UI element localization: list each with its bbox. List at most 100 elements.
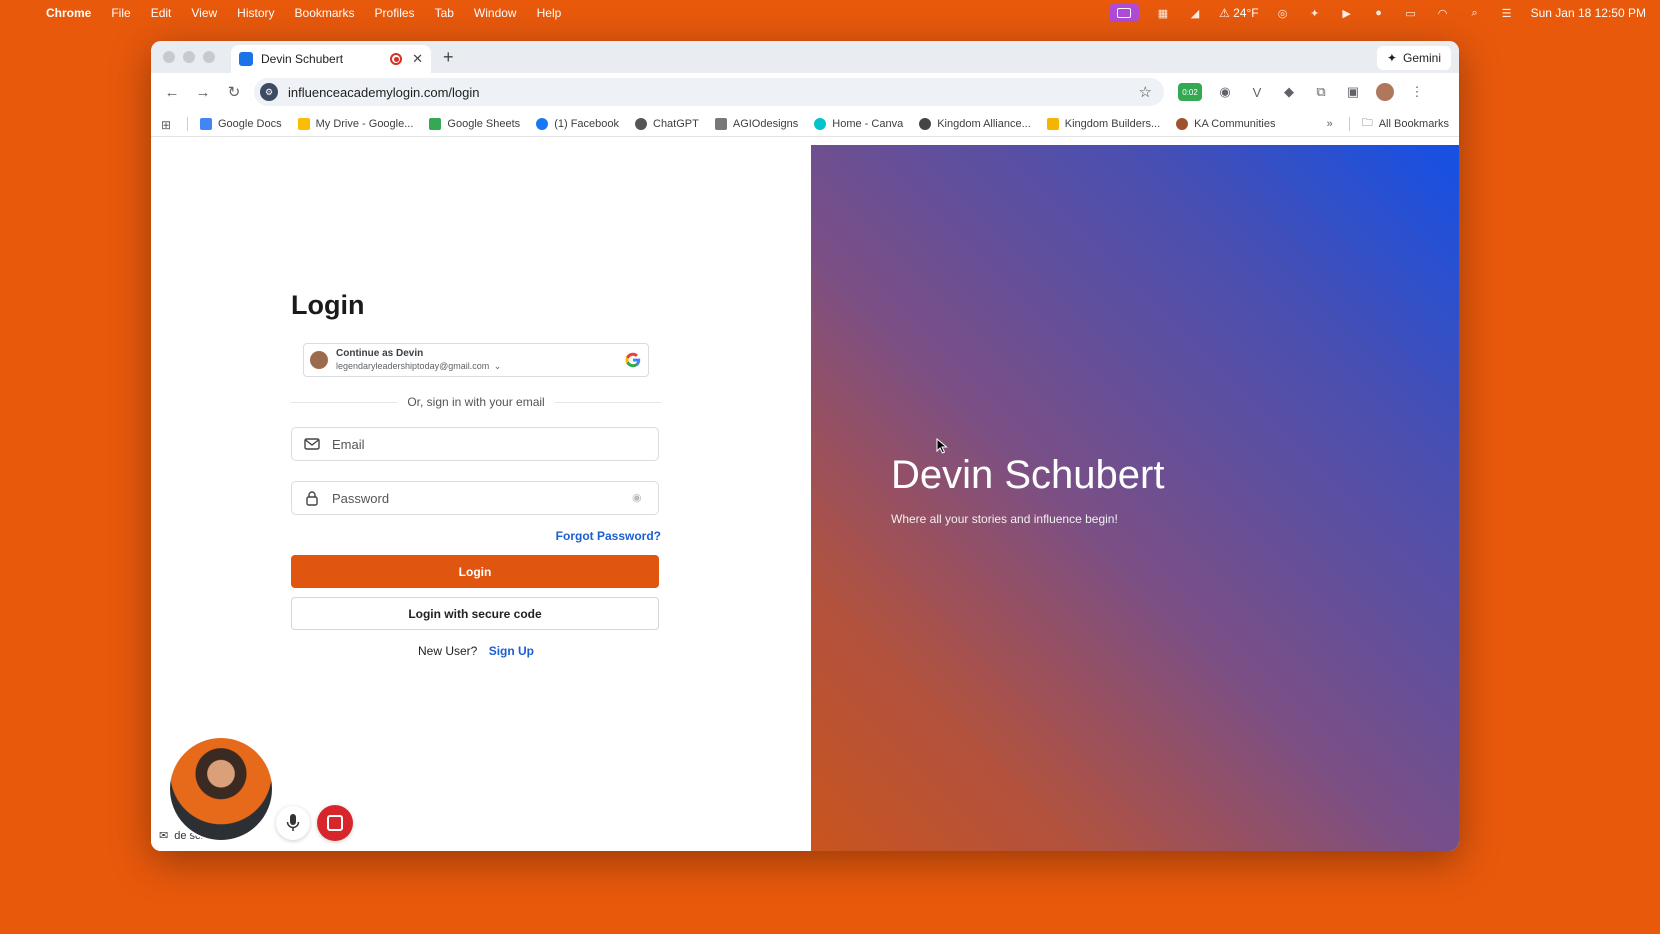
menu-edit[interactable]: Edit xyxy=(151,6,172,20)
sign-up-link[interactable]: Sign Up xyxy=(489,644,534,658)
back-icon[interactable]: ← xyxy=(161,81,183,103)
email-input[interactable] xyxy=(332,436,646,452)
extensions-row: 0:02 ◉ V ◆ ⧉ ▣ ⋮ xyxy=(1178,83,1426,101)
chatgpt-icon xyxy=(635,117,647,130)
globe-icon xyxy=(919,117,932,130)
new-tab-button[interactable]: + xyxy=(443,47,454,68)
login-button[interactable]: Login xyxy=(291,555,659,588)
more-bookmarks-chevron-icon[interactable]: » xyxy=(1327,118,1333,130)
bookmark-google-sheets[interactable]: Google Sheets xyxy=(429,117,520,130)
timer-extension-icon[interactable]: 0:02 xyxy=(1178,83,1202,101)
eye-icon[interactable]: ◉ xyxy=(632,491,646,505)
menubar-datetime[interactable]: Sun Jan 18 12:50 PM xyxy=(1531,6,1646,20)
continue-with-google-button[interactable]: Continue as Devin legendaryleadershiptod… xyxy=(303,343,649,377)
all-bookmarks-button[interactable]: 🗀 All Bookmarks xyxy=(1362,114,1449,133)
bookmark-label: My Drive - Google... xyxy=(315,117,414,130)
address-bar[interactable]: ⚙ influenceacademylogin.com/login ☆ xyxy=(254,78,1164,106)
macos-menubar: Chrome File Edit View History Bookmarks … xyxy=(0,0,1660,26)
all-bookmarks-label: All Bookmarks xyxy=(1378,117,1449,130)
v-extension-icon[interactable]: V xyxy=(1248,83,1266,101)
chevron-down-icon[interactable]: ⌄ xyxy=(494,361,502,371)
or-divider: Or, sign in with your email xyxy=(291,395,661,409)
google-account-email: legendaryleadershiptoday@gmail.com xyxy=(336,361,490,371)
mail-icon xyxy=(304,436,320,452)
brand-title: Devin Schubert xyxy=(891,453,1165,497)
side-panel-icon[interactable]: ▣ xyxy=(1344,83,1362,101)
webcam-bubble[interactable] xyxy=(168,736,274,842)
user-icon[interactable]: ● xyxy=(1371,6,1387,20)
url-text[interactable]: influenceacademylogin.com/login xyxy=(288,85,1139,100)
password-field[interactable]: ◉ xyxy=(291,481,659,515)
tab-active[interactable]: Devin Schubert ✕ xyxy=(231,45,431,73)
sparkle-icon[interactable]: ✦ xyxy=(1307,6,1323,20)
control-center-icon[interactable]: ☰ xyxy=(1499,6,1515,20)
sheets-icon xyxy=(429,117,442,130)
bookmark-label: Home - Canva xyxy=(832,117,904,130)
forgot-password-link[interactable]: Forgot Password? xyxy=(291,529,661,543)
bookmark-star-icon[interactable]: ☆ xyxy=(1139,83,1152,101)
email-field[interactable] xyxy=(291,427,659,461)
more-menu-icon[interactable]: ⋮ xyxy=(1408,83,1426,101)
canva-icon xyxy=(814,117,827,130)
bookmark-label: Google Docs xyxy=(218,117,282,130)
menu-file[interactable]: File xyxy=(111,6,130,20)
browser-window: Devin Schubert ✕ + ✦ Gemini ← → ↻ ⚙ infl… xyxy=(151,41,1459,851)
zoom-window-button[interactable] xyxy=(203,51,215,63)
microphone-button[interactable] xyxy=(276,806,310,840)
drive-extension-icon[interactable]: ◆ xyxy=(1280,83,1298,101)
bookmark-facebook[interactable]: (1) Facebook xyxy=(536,117,619,130)
camera-icon[interactable]: ◉ xyxy=(1216,83,1234,101)
menu-tab[interactable]: Tab xyxy=(435,6,454,20)
ka-icon xyxy=(1176,117,1189,130)
stop-recording-button[interactable] xyxy=(317,805,353,841)
bookmark-google-docs[interactable]: Google Docs xyxy=(200,117,282,130)
extensions-puzzle-icon[interactable]: ⧉ xyxy=(1312,83,1330,101)
shield-icon[interactable]: ◎ xyxy=(1275,6,1291,20)
login-secure-code-button[interactable]: Login with secure code xyxy=(291,597,659,630)
forward-icon[interactable]: → xyxy=(192,81,214,103)
tab-bar: Devin Schubert ✕ + ✦ Gemini xyxy=(151,41,1459,73)
wifi-icon[interactable]: ◠ xyxy=(1435,6,1451,20)
bookmark-canva[interactable]: Home - Canva xyxy=(814,117,904,130)
new-user-text: New User? xyxy=(417,644,478,658)
menu-window[interactable]: Window xyxy=(474,6,517,20)
bookmark-agiodesigns[interactable]: AGIOdesigns xyxy=(714,117,798,130)
bookmark-my-drive[interactable]: My Drive - Google... xyxy=(297,117,414,130)
bookmark-chatgpt[interactable]: ChatGPT xyxy=(635,117,699,130)
gemini-button[interactable]: ✦ Gemini xyxy=(1376,46,1451,70)
menu-bookmarks[interactable]: Bookmarks xyxy=(295,6,355,20)
apple-icon[interactable] xyxy=(14,6,28,20)
password-input[interactable] xyxy=(332,490,632,506)
close-tab-icon[interactable]: ✕ xyxy=(412,51,423,67)
cast-icon[interactable]: ◢ xyxy=(1187,6,1203,20)
profile-avatar[interactable] xyxy=(1376,83,1394,101)
menu-view[interactable]: View xyxy=(191,6,217,20)
grid-icon[interactable]: ▦ xyxy=(1155,6,1171,20)
window-controls xyxy=(163,51,215,63)
apps-grid-icon[interactable]: ⊞ xyxy=(161,118,173,132)
mouse-cursor-icon xyxy=(936,438,948,454)
bookmark-ka-communities[interactable]: KA Communities xyxy=(1176,117,1275,130)
menu-help[interactable]: Help xyxy=(537,6,562,20)
menu-profiles[interactable]: Profiles xyxy=(375,6,415,20)
bookmarks-divider xyxy=(187,116,188,131)
page-content: Login Continue as Devin legendaryleaders… xyxy=(151,145,1459,851)
docs-icon xyxy=(200,117,212,130)
weather-status[interactable]: ⚠ 24°F xyxy=(1219,6,1259,20)
reload-icon[interactable]: ↻ xyxy=(223,81,245,103)
bookmark-kingdom-builders[interactable]: Kingdom Builders... xyxy=(1046,117,1160,130)
brand-tagline: Where all your stories and influence beg… xyxy=(891,512,1118,526)
google-logo-icon xyxy=(625,352,641,368)
search-icon[interactable]: ⌕ xyxy=(1467,6,1483,20)
bookmark-kingdom-alliance[interactable]: Kingdom Alliance... xyxy=(919,117,1031,130)
minimize-window-button[interactable] xyxy=(183,51,195,63)
play-icon[interactable]: ▶ xyxy=(1339,6,1355,20)
menu-history[interactable]: History xyxy=(237,6,274,20)
battery-icon[interactable]: ▭ xyxy=(1403,6,1419,20)
close-window-button[interactable] xyxy=(163,51,175,63)
site-info-icon[interactable]: ⚙ xyxy=(260,83,278,101)
google-account-avatar xyxy=(310,351,328,369)
gemini-label: Gemini xyxy=(1402,51,1441,65)
menu-app-chrome[interactable]: Chrome xyxy=(46,6,91,20)
screen-record-icon[interactable] xyxy=(1109,4,1139,22)
